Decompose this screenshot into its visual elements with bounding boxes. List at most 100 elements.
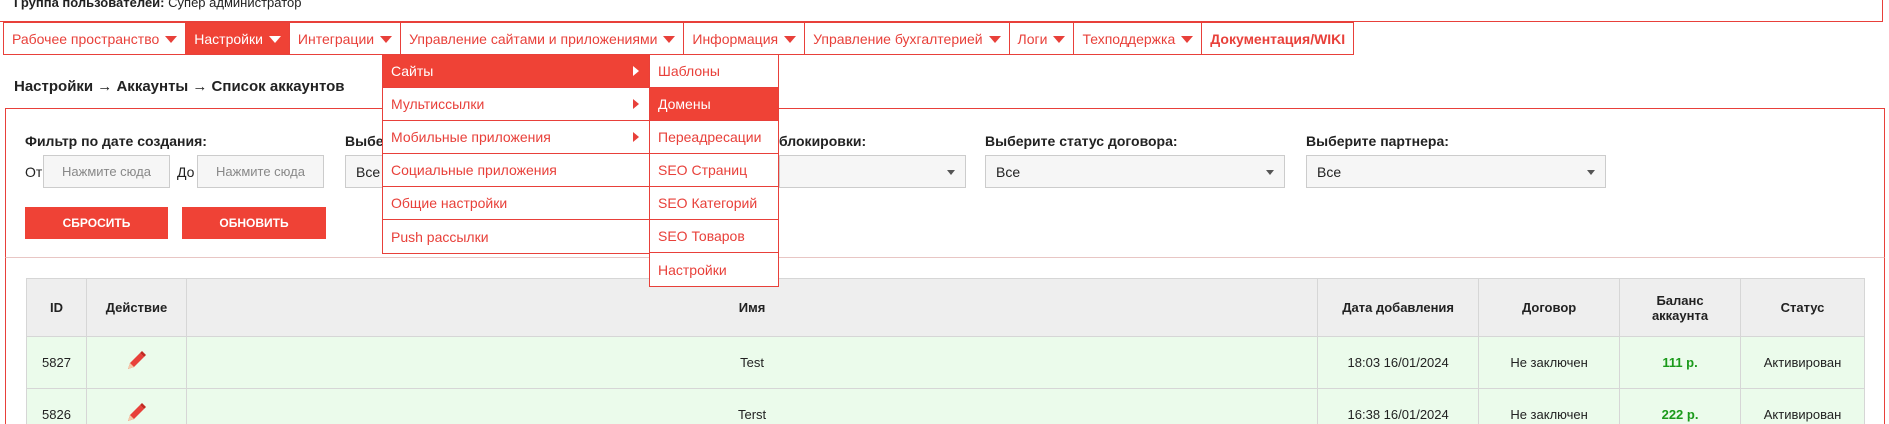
col-action: Действие bbox=[85, 278, 187, 337]
cell-action bbox=[85, 336, 187, 389]
table-row: 5826 Terst 16:38 16/01/2024 Не заключен … bbox=[26, 388, 1865, 424]
col-balance[interactable]: Баланс аккаунта bbox=[1619, 278, 1741, 337]
menu-settings-label: Настройки bbox=[194, 30, 263, 47]
contract-filter-select[interactable]: Все bbox=[985, 155, 1285, 188]
table-row: 5827 Test 18:03 16/01/2024 Не заключен 1… bbox=[26, 336, 1865, 389]
cell-contract: Не заключен bbox=[1478, 336, 1621, 389]
chevron-right-icon bbox=[633, 132, 639, 142]
submenu-sites[interactable]: Сайты bbox=[383, 55, 649, 88]
submenu-multilinks-label: Мультиссылки bbox=[391, 96, 485, 112]
menu-support[interactable]: Техподдержка bbox=[1074, 22, 1203, 55]
filter-panel: Фильтр по дате создания: От Нажмите сюда… bbox=[5, 108, 1885, 258]
submenu2-settings-label: Настройки bbox=[658, 261, 727, 278]
pencil-edit-icon[interactable] bbox=[124, 401, 148, 424]
menu-workspace[interactable]: Рабочее пространство bbox=[3, 22, 187, 55]
submenu2-domains[interactable]: Домены bbox=[650, 88, 778, 121]
cell-balance: 222 р. bbox=[1619, 388, 1741, 424]
menu-logs-label: Логи bbox=[1017, 30, 1048, 47]
caret-down-icon bbox=[663, 35, 676, 43]
submenu-general-settings[interactable]: Общие настройки bbox=[383, 187, 649, 220]
submenu-social-apps-label: Социальные приложения bbox=[391, 162, 557, 178]
cell-name: Terst bbox=[185, 388, 1319, 424]
submenu-push[interactable]: Push рассылки bbox=[383, 220, 649, 253]
partner-filter-value: Все bbox=[1317, 163, 1342, 180]
user-group-label: Группа пользователей: bbox=[14, 0, 165, 10]
chevron-down-icon bbox=[947, 170, 955, 175]
pencil-edit-icon[interactable] bbox=[124, 349, 148, 373]
reset-button[interactable]: СБРОСИТЬ bbox=[25, 207, 168, 239]
page: Группа пользователей: Супер администрато… bbox=[0, 0, 1889, 424]
cell-id: 5826 bbox=[26, 388, 87, 424]
col-balance-line1: Баланс bbox=[1656, 292, 1704, 308]
menu-sites-apps-label: Управление сайтами и приложениями bbox=[409, 30, 658, 47]
submenu-social-apps[interactable]: Социальные приложения bbox=[383, 154, 649, 187]
menu-logs[interactable]: Логи bbox=[1009, 22, 1075, 55]
partner-filter-label: Выберите партнера: bbox=[1306, 133, 1449, 149]
second-filter-value: Все bbox=[356, 163, 381, 180]
submenu-push-label: Push рассылки bbox=[391, 228, 489, 245]
accounts-table-area: ID Действие Имя Дата добавления Договор … bbox=[5, 258, 1885, 424]
block-filter-select[interactable] bbox=[779, 155, 966, 188]
partner-filter-select[interactable]: Все bbox=[1306, 155, 1606, 188]
col-balance-line2: аккаунта bbox=[1651, 307, 1709, 323]
col-name[interactable]: Имя bbox=[185, 278, 1319, 337]
menu-integrations[interactable]: Интеграции bbox=[289, 22, 402, 55]
submenu2-seo-products-label: SEO Товаров bbox=[658, 228, 745, 244]
chevron-down-icon bbox=[1587, 170, 1595, 175]
submenu-mobile-apps-label: Мобильные приложения bbox=[391, 129, 551, 145]
caret-down-icon bbox=[1181, 35, 1194, 43]
menu-sites-apps[interactable]: Управление сайтами и приложениями bbox=[401, 22, 685, 55]
chevron-down-icon bbox=[1266, 170, 1274, 175]
cell-contract: Не заключен bbox=[1478, 388, 1621, 424]
menu-docs-wiki-label: Документация/WIKI bbox=[1210, 30, 1346, 47]
cell-status: Активирован bbox=[1740, 336, 1865, 389]
top-menu: Рабочее пространство Настройки Интеграци… bbox=[3, 22, 1355, 55]
submenu2-seo-pages[interactable]: SEO Страниц bbox=[650, 154, 778, 187]
submenu-general-settings-label: Общие настройки bbox=[391, 195, 508, 211]
from-label: От bbox=[25, 164, 43, 180]
user-group-value: Супер администратор bbox=[168, 0, 302, 10]
submenu-multilinks[interactable]: Мультиссылки bbox=[383, 88, 649, 121]
second-filter-select[interactable]: Все bbox=[345, 155, 385, 188]
sites-subdropdown: Шаблоны Домены Переадресации SEO Страниц… bbox=[649, 54, 779, 287]
submenu2-templates[interactable]: Шаблоны bbox=[650, 55, 778, 88]
cell-id: 5827 bbox=[26, 336, 87, 389]
cell-action bbox=[85, 388, 187, 424]
caret-down-icon bbox=[380, 35, 393, 43]
cell-status: Активирован bbox=[1740, 388, 1865, 424]
cell-name: Test bbox=[185, 336, 1319, 389]
submenu-sites-label: Сайты bbox=[391, 63, 434, 79]
chevron-right-icon bbox=[633, 66, 639, 76]
table-header-row: ID Действие Имя Дата добавления Договор … bbox=[26, 278, 1865, 337]
col-id[interactable]: ID bbox=[26, 278, 87, 337]
submenu2-seo-categories[interactable]: SEO Категорий bbox=[650, 187, 778, 220]
col-status[interactable]: Статус bbox=[1740, 278, 1865, 337]
cell-date: 16:38 16/01/2024 bbox=[1317, 388, 1480, 424]
submenu2-seo-products[interactable]: SEO Товаров bbox=[650, 220, 778, 253]
submenu2-domains-label: Домены bbox=[658, 96, 711, 112]
submenu-mobile-apps[interactable]: Мобильные приложения bbox=[383, 121, 649, 154]
menu-integrations-label: Интеграции bbox=[297, 30, 375, 47]
date-filter-label: Фильтр по дате создания: bbox=[25, 133, 207, 149]
date-from-input[interactable]: Нажмите сюда bbox=[43, 155, 170, 188]
caret-down-icon bbox=[784, 35, 797, 43]
menu-info[interactable]: Информация bbox=[684, 22, 806, 55]
accounts-table: ID Действие Имя Дата добавления Договор … bbox=[26, 278, 1865, 424]
col-contract[interactable]: Договор bbox=[1478, 278, 1621, 337]
to-label: До bbox=[177, 164, 195, 180]
submenu2-redirects-label: Переадресации bbox=[658, 129, 762, 145]
date-to-input[interactable]: Нажмите сюда bbox=[197, 155, 324, 188]
menu-accounting[interactable]: Управление бухгалтерией bbox=[805, 22, 1010, 55]
contract-filter-label: Выберите статус договора: bbox=[985, 133, 1178, 149]
breadcrumb: Настройки → Аккаунты → Список аккаунтов bbox=[14, 78, 345, 95]
refresh-button[interactable]: ОБНОВИТЬ bbox=[182, 207, 326, 239]
menu-docs-wiki[interactable]: Документация/WIKI bbox=[1202, 22, 1355, 55]
col-date[interactable]: Дата добавления bbox=[1317, 278, 1480, 337]
submenu2-redirects[interactable]: Переадресации bbox=[650, 121, 778, 154]
caret-down-icon bbox=[988, 35, 1001, 43]
menu-settings[interactable]: Настройки bbox=[186, 22, 290, 55]
submenu2-settings[interactable]: Настройки bbox=[650, 253, 778, 286]
menu-info-label: Информация bbox=[692, 30, 779, 47]
menu-workspace-label: Рабочее пространство bbox=[12, 30, 160, 47]
contract-filter-value: Все bbox=[996, 163, 1021, 180]
